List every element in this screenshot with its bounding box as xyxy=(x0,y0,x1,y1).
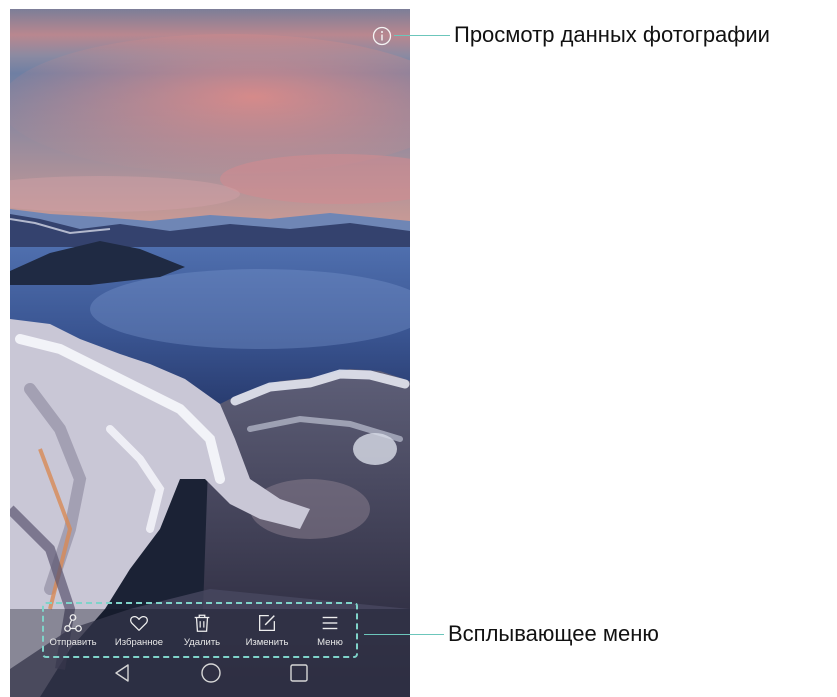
edit-button[interactable]: Изменить xyxy=(236,608,298,656)
delete-button[interactable]: Удалить xyxy=(171,608,233,656)
nav-home-button[interactable] xyxy=(200,662,222,689)
info-button[interactable] xyxy=(372,26,392,46)
favorite-label: Избранное xyxy=(114,637,164,648)
menu-callout-text: Всплывающее меню xyxy=(448,621,659,646)
edit-label: Изменить xyxy=(245,637,289,648)
delete-label: Удалить xyxy=(183,637,221,648)
more-menu-label: Меню xyxy=(317,637,343,648)
trash-icon xyxy=(194,614,210,632)
heart-icon xyxy=(130,616,148,631)
info-callout-line xyxy=(394,35,450,36)
back-icon xyxy=(115,664,129,682)
phone-screen xyxy=(10,9,410,697)
nav-recents-button[interactable] xyxy=(289,662,309,689)
recents-icon xyxy=(290,664,308,682)
more-menu-button[interactable]: Меню xyxy=(299,608,361,656)
popup-menu: Отправить Избранное Удалить Изменить Мен… xyxy=(42,602,358,658)
info-callout-text: Просмотр данных фотографии xyxy=(454,22,770,47)
nav-back-button[interactable] xyxy=(112,662,132,689)
home-icon xyxy=(201,663,221,683)
landscape-photo xyxy=(10,9,410,697)
info-icon xyxy=(372,26,392,46)
menu-icon xyxy=(322,616,338,630)
menu-callout-line xyxy=(364,634,444,635)
share-button[interactable]: Отправить xyxy=(42,608,104,656)
edit-icon xyxy=(259,615,275,631)
favorite-button[interactable]: Избранное xyxy=(108,608,170,656)
share-icon xyxy=(64,614,82,632)
share-label: Отправить xyxy=(49,637,97,648)
